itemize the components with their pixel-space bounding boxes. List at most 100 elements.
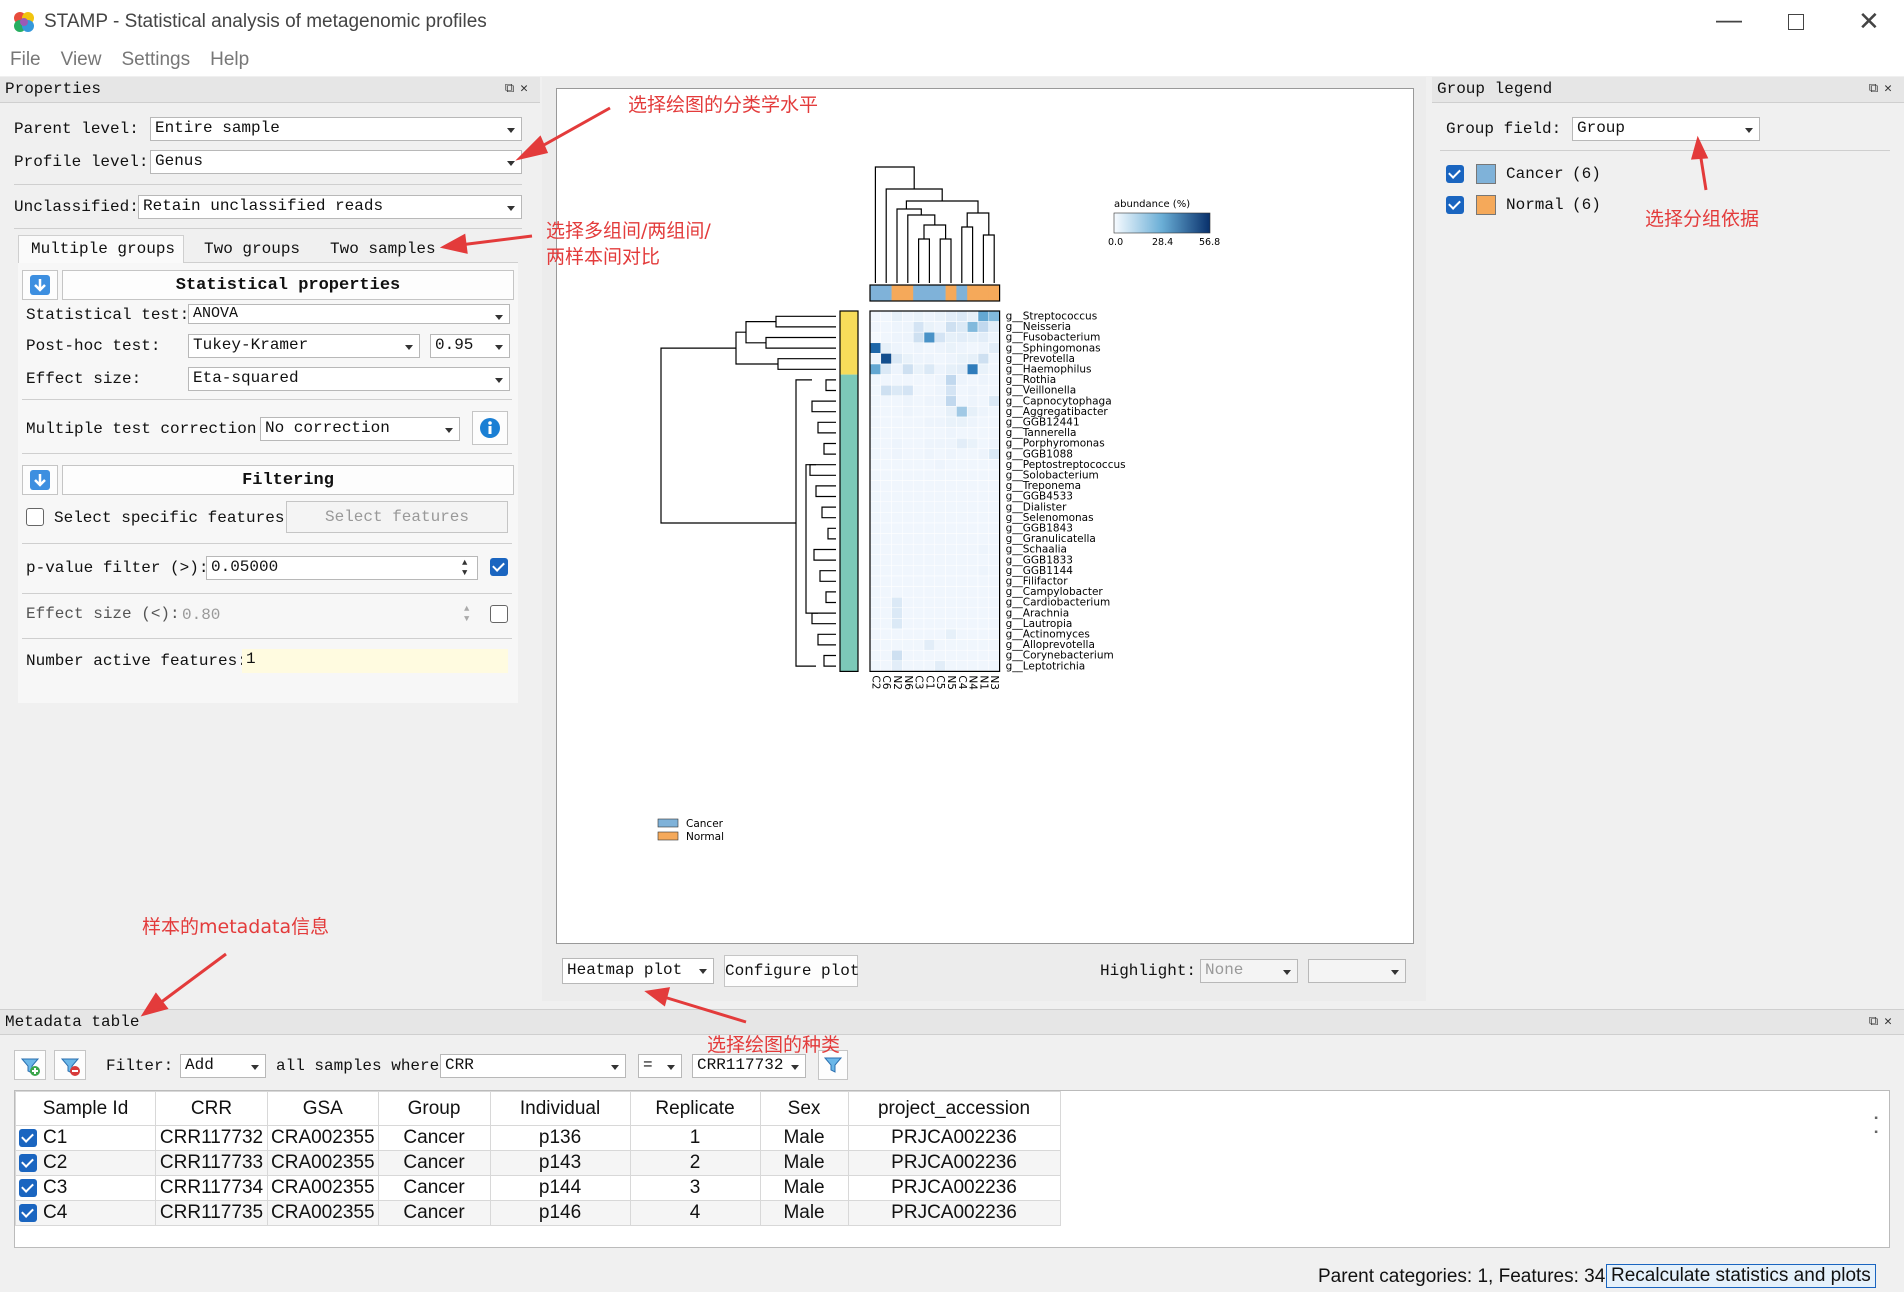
heatmap-cell xyxy=(869,512,882,524)
metadata-header: Metadata table ⧉✕ xyxy=(0,1009,1904,1035)
select-features-checkbox[interactable] xyxy=(26,508,44,526)
posthoc-select[interactable]: Tukey-Kramer xyxy=(188,334,420,358)
maximize-icon[interactable] xyxy=(1788,14,1804,30)
effect-size-select[interactable]: Eta-squared xyxy=(188,367,510,391)
heatmap-cell xyxy=(923,490,936,503)
dendrogram-branch xyxy=(823,442,836,455)
close-icon[interactable]: ✕ xyxy=(1858,6,1880,37)
highlight-secondary-select[interactable] xyxy=(1308,959,1406,983)
table-row[interactable]: C1 CRR117732 CRA002355 Cancer p136 1 Male PRJCA… xyxy=(15,1125,1061,1151)
pvalue-spinner[interactable]: ▲ ▼ xyxy=(462,558,467,578)
column-header[interactable]: Sample Id xyxy=(15,1091,156,1126)
group-checkbox-cancer[interactable] xyxy=(1446,165,1464,183)
minimize-icon[interactable]: — xyxy=(1716,4,1742,35)
legend-swatch-cancer xyxy=(657,818,679,828)
plot-type-select[interactable]: Heatmap plot xyxy=(562,958,714,984)
heatmap-cell xyxy=(977,533,990,545)
posthoc-confidence-select[interactable]: 0.95 xyxy=(430,334,510,358)
configure-plot-button[interactable]: Configure plot xyxy=(724,955,859,987)
row-checkbox[interactable] xyxy=(19,1153,37,1172)
heatmap-cell xyxy=(902,649,914,662)
column-header[interactable]: project_accession xyxy=(847,1091,1061,1126)
heatmap-cell xyxy=(966,533,979,545)
heatmap-cell xyxy=(988,374,1000,386)
heatmap-cell xyxy=(934,331,946,344)
collapse-stat-button[interactable] xyxy=(22,270,58,300)
menu-view[interactable]: View xyxy=(51,44,112,76)
dock-buttons[interactable]: ⧉✕ xyxy=(505,81,534,96)
heatmap-cell xyxy=(977,437,990,450)
dock-buttons[interactable]: ⧉✕ xyxy=(1869,81,1898,96)
dendrogram-branch xyxy=(923,224,947,239)
add-filter-button[interactable] xyxy=(14,1050,46,1080)
stat-properties-header[interactable]: Statistical properties xyxy=(62,270,514,300)
heatmap-cell xyxy=(902,437,914,450)
heatmap-cell xyxy=(880,406,892,418)
menu-help[interactable]: Help xyxy=(200,44,259,76)
heatmap-cell xyxy=(869,628,882,640)
unclassified-select[interactable]: Retain unclassified reads xyxy=(138,195,522,219)
effsize-spinner[interactable]: ▲ ▼ xyxy=(464,604,469,624)
filter-value-select[interactable]: CRR117732 xyxy=(692,1054,806,1078)
heatmap-cell xyxy=(934,618,946,630)
heatmap-cell xyxy=(945,331,957,344)
column-header[interactable]: Replicate xyxy=(629,1091,761,1126)
table-row[interactable]: C4 CRR117735 CRA002355 Cancer p146 4 Male PRJCA… xyxy=(15,1200,1061,1226)
heatmap-cell xyxy=(988,575,1000,587)
heatmap-cell xyxy=(977,618,990,630)
tab-two-samples[interactable]: Two samples xyxy=(330,240,436,258)
heatmap-cell xyxy=(880,427,892,439)
tab-multiple-groups[interactable]: Multiple groups xyxy=(18,235,184,264)
highlight-select[interactable]: None xyxy=(1200,959,1298,983)
parent-level-select[interactable]: Entire sample xyxy=(150,117,522,141)
select-features-button[interactable]: Select features xyxy=(286,501,508,533)
heatmap-cell xyxy=(880,395,892,407)
heatmap-cell xyxy=(891,342,903,354)
column-header[interactable]: CRR xyxy=(155,1091,268,1126)
row-checkbox[interactable] xyxy=(19,1178,37,1197)
filter-operator-select[interactable]: = xyxy=(638,1054,682,1078)
dendrogram-branch xyxy=(823,654,836,667)
column-header[interactable]: GSA xyxy=(267,1091,379,1126)
remove-filter-button[interactable] xyxy=(54,1050,86,1080)
heatmap-cell xyxy=(891,660,903,672)
group-name-normal: Normal xyxy=(1506,196,1564,214)
heatmap-cell xyxy=(891,490,903,503)
heatmap-cell xyxy=(956,575,968,587)
menu-settings[interactable]: Settings xyxy=(111,44,200,76)
collapse-filter-button[interactable] xyxy=(22,465,58,495)
row-checkbox[interactable] xyxy=(19,1128,37,1147)
table-scrollbar[interactable]: ▪ ▪ xyxy=(1873,1113,1879,1153)
dock-buttons[interactable]: ⧉✕ xyxy=(1869,1014,1898,1029)
sample-id: C4 xyxy=(43,1202,68,1223)
table-row[interactable]: C3 CRR117734 CRA002355 Cancer p144 3 Male PRJCA… xyxy=(15,1175,1061,1201)
mtc-select[interactable]: No correction xyxy=(260,417,460,441)
filter-mode-select[interactable]: Add xyxy=(180,1054,266,1078)
group-checkbox-normal[interactable] xyxy=(1446,196,1464,214)
menu-file[interactable]: File xyxy=(0,44,51,76)
effsize-filter-checkbox[interactable] xyxy=(490,605,508,623)
effsize-filter-input[interactable]: 0.80 xyxy=(182,606,220,624)
group-field-select[interactable]: Group xyxy=(1572,117,1760,141)
pvalue-input[interactable]: 0.05000 xyxy=(206,556,478,580)
table-row[interactable]: C2 CRR117733 CRA002355 Cancer p143 2 Male PRJCA… xyxy=(15,1150,1061,1176)
column-group-cell xyxy=(956,285,968,301)
column-header[interactable]: Group xyxy=(377,1091,491,1126)
filtering-header[interactable]: Filtering xyxy=(62,465,514,495)
profile-level-select[interactable]: Genus xyxy=(150,150,522,174)
heatmap-cell xyxy=(966,406,979,418)
tab-two-groups[interactable]: Two groups xyxy=(204,240,300,258)
heatmap-cell xyxy=(966,353,979,365)
column-header[interactable]: Sex xyxy=(759,1091,849,1126)
heatmap-cell xyxy=(988,459,1000,471)
column-header[interactable]: Individual xyxy=(489,1091,631,1126)
stat-test-select[interactable]: ANOVA xyxy=(188,304,510,324)
heatmap-cell xyxy=(966,459,979,471)
filter-field-select[interactable]: CRR xyxy=(440,1054,626,1078)
info-button[interactable] xyxy=(472,411,508,445)
pvalue-filter-checkbox[interactable] xyxy=(490,558,508,576)
heatmap-cell xyxy=(945,480,957,492)
heatmap-cell xyxy=(923,649,936,662)
recalculate-button[interactable]: Recalculate statistics and plots xyxy=(1606,1264,1876,1288)
row-checkbox[interactable] xyxy=(19,1203,37,1222)
